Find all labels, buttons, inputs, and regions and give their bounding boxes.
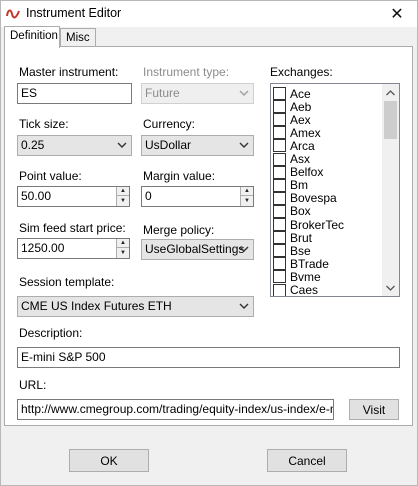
merge-policy-value: UseGlobalSettings xyxy=(145,242,245,256)
title-bar: Instrument Editor ✕ xyxy=(1,1,417,27)
exchange-checkbox[interactable] xyxy=(273,152,286,166)
app-logo-icon xyxy=(6,9,20,19)
spin-up-icon[interactable]: ▲ xyxy=(241,187,253,196)
visit-button-label: Visit xyxy=(362,402,386,417)
merge-policy-select[interactable]: UseGlobalSettings xyxy=(141,239,254,260)
close-icon: ✕ xyxy=(390,6,404,23)
sim-feed-spin-buttons: ▲ ▼ xyxy=(116,239,129,258)
tab-misc-label: Misc xyxy=(66,32,90,44)
cancel-button-label: Cancel xyxy=(288,453,326,468)
exchange-checkbox[interactable] xyxy=(273,87,286,100)
exchange-checkbox[interactable] xyxy=(273,113,286,127)
close-button[interactable]: ✕ xyxy=(377,1,417,27)
visit-button[interactable]: Visit xyxy=(349,399,399,420)
point-value-label: Point value: xyxy=(19,169,82,183)
exchange-checkbox[interactable] xyxy=(273,231,286,245)
merge-policy-label: Merge policy: xyxy=(143,223,215,237)
ok-button-label: OK xyxy=(100,453,118,468)
currency-select[interactable]: UsDollar xyxy=(141,135,254,156)
currency-value: UsDollar xyxy=(145,138,192,152)
exchange-checkbox[interactable] xyxy=(273,191,286,205)
tab-misc[interactable]: Misc xyxy=(60,28,96,48)
exchange-checkbox[interactable] xyxy=(273,204,286,218)
scroll-down-icon[interactable] xyxy=(382,279,399,296)
exchanges-list[interactable]: Ace Aeb Aex Amex Arca Asx Belfox Bm Bovespa Box Br… xyxy=(270,83,400,297)
session-template-select[interactable]: CME US Index Futures ETH xyxy=(17,296,254,317)
instrument-editor-window: Instrument Editor ✕ Definition Misc Mast… xyxy=(0,0,418,486)
exchange-checkbox[interactable] xyxy=(273,126,286,140)
exchange-checkbox[interactable] xyxy=(273,283,286,296)
margin-value-spinner[interactable]: 0 ▲ ▼ xyxy=(141,186,254,207)
sim-feed-start-price-label: Sim feed start price: xyxy=(19,221,126,235)
master-instrument-label: Master instrument: xyxy=(19,65,119,79)
chevron-down-icon xyxy=(239,142,249,148)
sim-feed-start-price-value: 1250.00 xyxy=(21,241,65,255)
spin-down-icon[interactable]: ▼ xyxy=(117,196,129,205)
spin-up-icon[interactable]: ▲ xyxy=(117,239,129,248)
margin-value-label: Margin value: xyxy=(143,169,216,183)
point-value-value: 50.00 xyxy=(21,189,52,203)
definition-panel: Master instrument: ES Instrument type: F… xyxy=(4,46,413,426)
cancel-button[interactable]: Cancel xyxy=(267,449,347,472)
tick-size-select[interactable]: 0.25 xyxy=(17,135,132,156)
currency-label: Currency: xyxy=(143,117,196,131)
tick-size-label: Tick size: xyxy=(19,117,69,131)
spin-up-icon[interactable]: ▲ xyxy=(117,187,129,196)
margin-value-spin-buttons: ▲ ▼ xyxy=(240,187,253,206)
instrument-type-label: Instrument type: xyxy=(143,65,230,79)
exchanges-label: Exchanges: xyxy=(270,65,333,79)
tab-definition-label: Definition xyxy=(10,30,58,42)
exchange-checkbox[interactable] xyxy=(273,270,286,284)
chevron-down-icon xyxy=(117,142,127,148)
sim-feed-start-price-spinner[interactable]: 1250.00 ▲ ▼ xyxy=(17,238,130,259)
exchange-checkbox[interactable] xyxy=(273,100,286,114)
url-label: URL: xyxy=(19,378,47,392)
exchange-item[interactable]: Caes xyxy=(273,283,319,297)
instrument-type-select[interactable]: Future xyxy=(141,83,254,104)
exchange-checkbox[interactable] xyxy=(273,178,286,192)
session-template-value: CME US Index Futures ETH xyxy=(21,299,172,313)
exchange-checkbox[interactable] xyxy=(273,257,286,271)
description-label: Description: xyxy=(19,326,83,340)
ok-button[interactable]: OK xyxy=(69,449,149,472)
exchange-checkbox[interactable] xyxy=(273,244,286,258)
spin-down-icon[interactable]: ▼ xyxy=(117,248,129,257)
exchanges-scrollbar[interactable] xyxy=(382,84,399,296)
scrollbar-thumb[interactable] xyxy=(384,101,397,139)
tab-definition[interactable]: Definition xyxy=(4,26,60,48)
window-title: Instrument Editor xyxy=(26,6,122,20)
description-input[interactable]: E-mini S&P 500 xyxy=(17,347,400,368)
point-value-spin-buttons: ▲ ▼ xyxy=(116,187,129,206)
instrument-type-value: Future xyxy=(145,86,180,100)
spin-down-icon[interactable]: ▼ xyxy=(241,196,253,205)
chevron-down-icon xyxy=(239,90,249,96)
chevron-down-icon xyxy=(239,246,249,252)
master-instrument-input[interactable]: ES xyxy=(17,83,132,104)
chevron-down-icon xyxy=(239,303,249,309)
session-template-label: Session template: xyxy=(19,275,115,289)
tick-size-value: 0.25 xyxy=(21,138,45,152)
exchange-checkbox[interactable] xyxy=(273,165,286,179)
url-input[interactable]: http://www.cmegroup.com/trading/equity-i… xyxy=(17,399,334,420)
point-value-spinner[interactable]: 50.00 ▲ ▼ xyxy=(17,186,130,207)
exchange-checkbox[interactable] xyxy=(273,218,286,231)
margin-value-value: 0 xyxy=(145,189,152,203)
scroll-up-icon[interactable] xyxy=(382,84,399,101)
exchange-checkbox[interactable] xyxy=(273,139,286,153)
exchange-label: Caes xyxy=(290,283,319,297)
